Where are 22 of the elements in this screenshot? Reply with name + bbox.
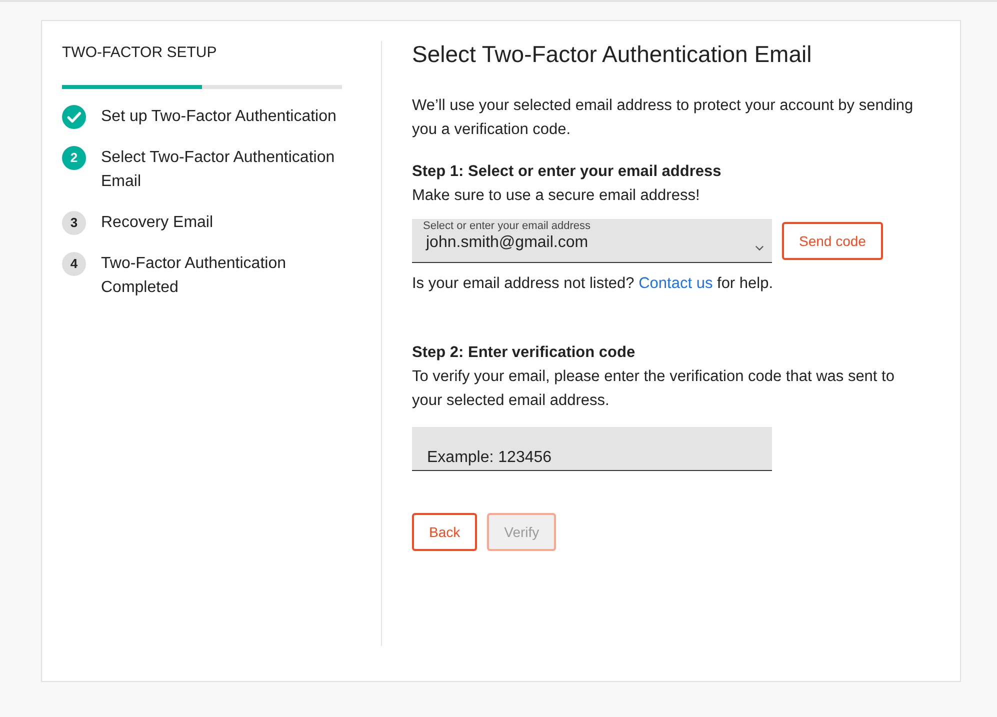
step-label: Recovery Email xyxy=(101,213,214,233)
step-label: Two-Factor Authentication Completed xyxy=(101,254,287,298)
sidebar-title: TWO-FACTOR SETUP xyxy=(62,44,218,61)
page-title: Select Two-Factor Authentication Email xyxy=(412,41,813,68)
email-select[interactable]: Select or enter your email address john.smith@gmail.com xyxy=(412,219,772,263)
step-number: 2 xyxy=(62,146,86,170)
step-label: Set up Two-Factor Authentication xyxy=(101,107,338,127)
step-hint: To verify your email, please enter the verification code that was sent to your selected email address. xyxy=(412,367,896,411)
step-heading: Step 2: Enter verification code xyxy=(412,343,636,363)
step-label: Select Two-Factor Authentication Email xyxy=(101,148,336,192)
send-code-button[interactable]: Send code xyxy=(782,222,883,260)
intro-text: We’ll use your selected email address to protect your account by sending you a verification code. xyxy=(412,96,914,140)
step-number: 4 xyxy=(62,252,86,276)
help-text: Is your email address not listed? Contact us for help. xyxy=(412,275,774,293)
contact-link[interactable]: Contact us xyxy=(638,275,713,292)
code-input-field[interactable]: Example: 123456 xyxy=(412,427,772,471)
check-circle-icon xyxy=(62,105,86,129)
action-button[interactable]: Back xyxy=(412,513,478,551)
step-hint: Make sure to use a secure email address! xyxy=(412,186,701,206)
step-heading: Step 1: Select or enter your email address xyxy=(412,162,722,182)
step-number: 3 xyxy=(62,211,86,235)
caret-icon xyxy=(755,245,764,251)
